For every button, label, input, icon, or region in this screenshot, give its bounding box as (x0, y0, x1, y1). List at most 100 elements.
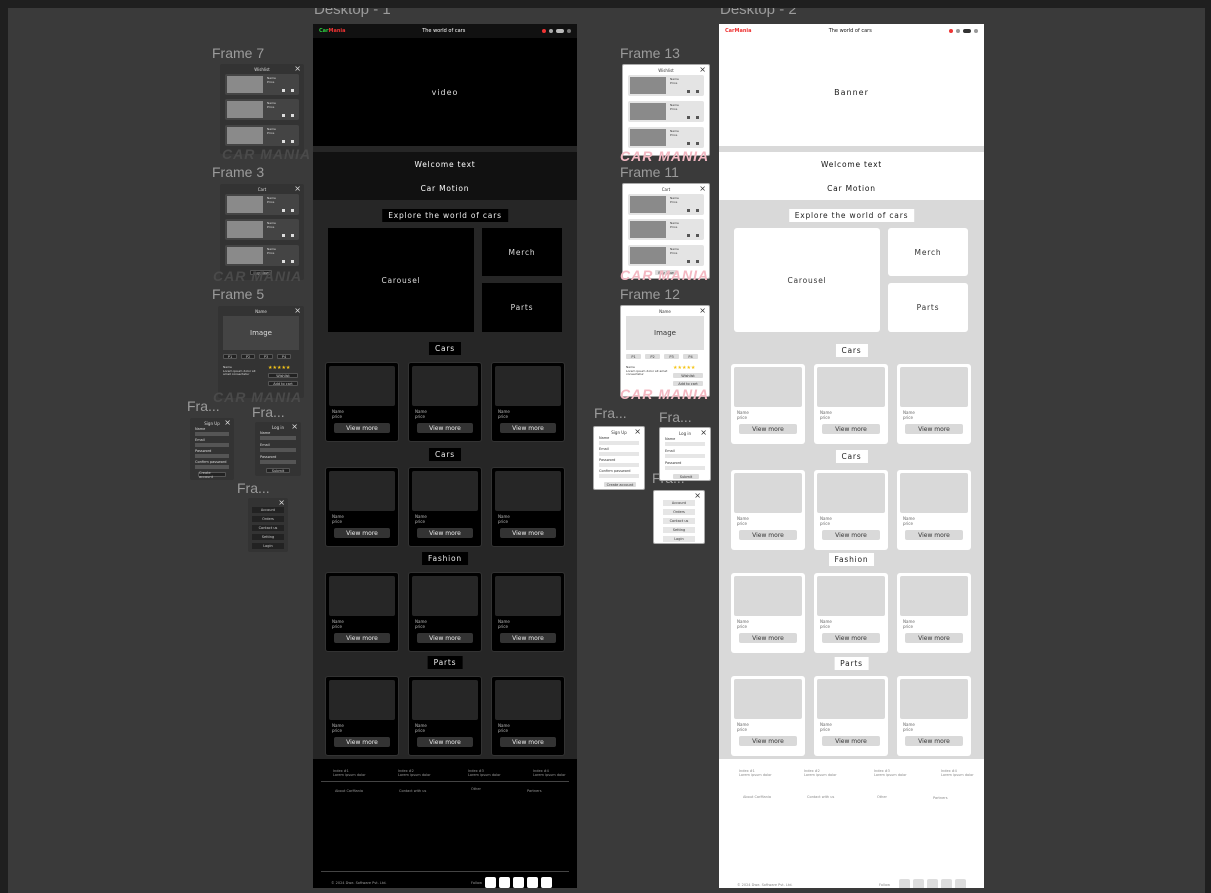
submit-button[interactable]: Submit (673, 474, 699, 479)
cart-icon[interactable] (687, 142, 690, 145)
frame-3-label[interactable]: Frame 3 (212, 164, 264, 180)
view-more-button[interactable]: View more (334, 633, 390, 643)
trash-icon[interactable] (291, 89, 294, 92)
social-icon-3[interactable] (513, 877, 524, 888)
trash-icon[interactable] (696, 260, 699, 263)
wishlist-button[interactable]: Wishlist (268, 373, 298, 378)
create-account-button[interactable]: Create account (198, 471, 226, 479)
close-icon[interactable]: × (699, 66, 706, 74)
cart-icon[interactable] (956, 29, 960, 33)
carousel-tile[interactable]: Carousel (734, 228, 880, 332)
password-field[interactable] (260, 460, 296, 464)
view-more-button[interactable]: View more (822, 530, 880, 540)
trash-icon[interactable] (291, 260, 294, 263)
profile-icon[interactable] (974, 29, 978, 33)
brand-logo[interactable]: CarMania (725, 28, 752, 34)
view-more-button[interactable]: View more (739, 736, 797, 746)
cart-icon[interactable] (282, 209, 285, 212)
add-to-cart-button[interactable]: Add to cart (268, 381, 298, 386)
view-more-button[interactable]: View more (822, 424, 880, 434)
trash-icon[interactable] (291, 114, 294, 117)
thumb-3[interactable]: P3 (664, 354, 679, 359)
view-more-button[interactable]: View more (500, 633, 556, 643)
footer-link-contact[interactable]: Contact with us (807, 795, 834, 799)
password-field[interactable] (665, 466, 705, 470)
close-icon[interactable]: × (224, 419, 231, 427)
cart-icon[interactable] (687, 90, 690, 93)
heart-icon[interactable] (542, 29, 546, 33)
name-field[interactable] (665, 442, 705, 446)
view-more-button[interactable]: View more (739, 530, 797, 540)
view-more-button[interactable]: View more (739, 424, 797, 434)
thumb-1[interactable]: P1 (626, 354, 641, 359)
frame-menu-dark-label[interactable]: Fra... (237, 480, 270, 496)
close-icon[interactable]: × (278, 499, 285, 507)
thumb-2[interactable]: P2 (241, 354, 255, 359)
name-field[interactable] (599, 441, 639, 445)
merch-tile[interactable]: Merch (482, 228, 562, 276)
view-more-button[interactable]: View more (417, 737, 473, 747)
menu-setting[interactable]: Setting (663, 527, 695, 533)
hero-video[interactable]: video (313, 38, 577, 146)
cart-icon[interactable] (282, 140, 285, 143)
close-icon[interactable]: × (694, 492, 701, 500)
profile-icon[interactable] (567, 29, 571, 33)
heart-icon[interactable] (949, 29, 953, 33)
carousel-tile[interactable]: Carousel (328, 228, 474, 332)
menu-orders[interactable]: Orders (663, 509, 695, 515)
theme-toggle-icon[interactable] (556, 29, 564, 33)
close-icon[interactable]: × (291, 423, 298, 431)
view-more-button[interactable]: View more (822, 633, 880, 643)
thumb-1[interactable]: P1 (223, 354, 237, 359)
thumb-4[interactable]: P4 (277, 354, 291, 359)
desktop-2-label[interactable]: Desktop - 2 (720, 8, 797, 18)
view-more-button[interactable]: View more (417, 633, 473, 643)
view-more-button[interactable]: View more (905, 424, 963, 434)
trash-icon[interactable] (696, 90, 699, 93)
footer-link-about[interactable]: About CarMania (743, 795, 771, 799)
cart-icon[interactable] (282, 234, 285, 237)
social-icon-3[interactable] (927, 879, 938, 888)
name-field[interactable] (195, 432, 229, 436)
trash-icon[interactable] (696, 142, 699, 145)
footer-link-other[interactable]: Other (877, 795, 887, 799)
close-icon[interactable]: × (699, 185, 706, 193)
cart-icon[interactable] (687, 260, 690, 263)
trash-icon[interactable] (291, 234, 294, 237)
confirm-password-field[interactable] (195, 465, 229, 469)
view-more-button[interactable]: View more (334, 737, 390, 747)
menu-account[interactable]: Account (252, 507, 284, 513)
menu-contact-us[interactable]: Contact us (252, 525, 284, 531)
frame-login-light-label[interactable]: Fra... (659, 409, 692, 425)
email-field[interactable] (665, 454, 705, 458)
view-more-button[interactable]: View more (822, 736, 880, 746)
close-icon[interactable]: × (700, 429, 707, 437)
menu-login[interactable]: Login (252, 543, 284, 549)
cart-icon[interactable] (549, 29, 553, 33)
social-icon-2[interactable] (913, 879, 924, 888)
menu-account[interactable]: Account (663, 500, 695, 506)
close-icon[interactable]: × (294, 185, 301, 193)
email-field[interactable] (195, 443, 229, 447)
password-field[interactable] (195, 454, 229, 458)
confirm-password-field[interactable] (599, 474, 639, 478)
trash-icon[interactable] (696, 116, 699, 119)
wishlist-button[interactable]: Wishlist (673, 373, 703, 378)
footer-link-partners[interactable]: Partners (933, 796, 948, 800)
view-more-button[interactable]: View more (417, 423, 473, 433)
social-icon-5[interactable] (955, 879, 966, 888)
thumb-2[interactable]: P2 (645, 354, 660, 359)
merch-tile[interactable]: Merch (888, 228, 968, 276)
email-field[interactable] (599, 452, 639, 456)
trash-icon[interactable] (291, 140, 294, 143)
social-icon-4[interactable] (941, 879, 952, 888)
menu-setting[interactable]: Setting (252, 534, 284, 540)
social-icon-4[interactable] (527, 877, 538, 888)
footer-link-about[interactable]: About CarMania (335, 789, 363, 793)
cart-icon[interactable] (687, 116, 690, 119)
theme-toggle-icon[interactable] (963, 29, 971, 33)
desktop-1-label[interactable]: Desktop - 1 (314, 8, 391, 18)
social-icon-1[interactable] (899, 879, 910, 888)
menu-login[interactable]: Login (663, 536, 695, 542)
thumb-3[interactable]: P3 (259, 354, 273, 359)
